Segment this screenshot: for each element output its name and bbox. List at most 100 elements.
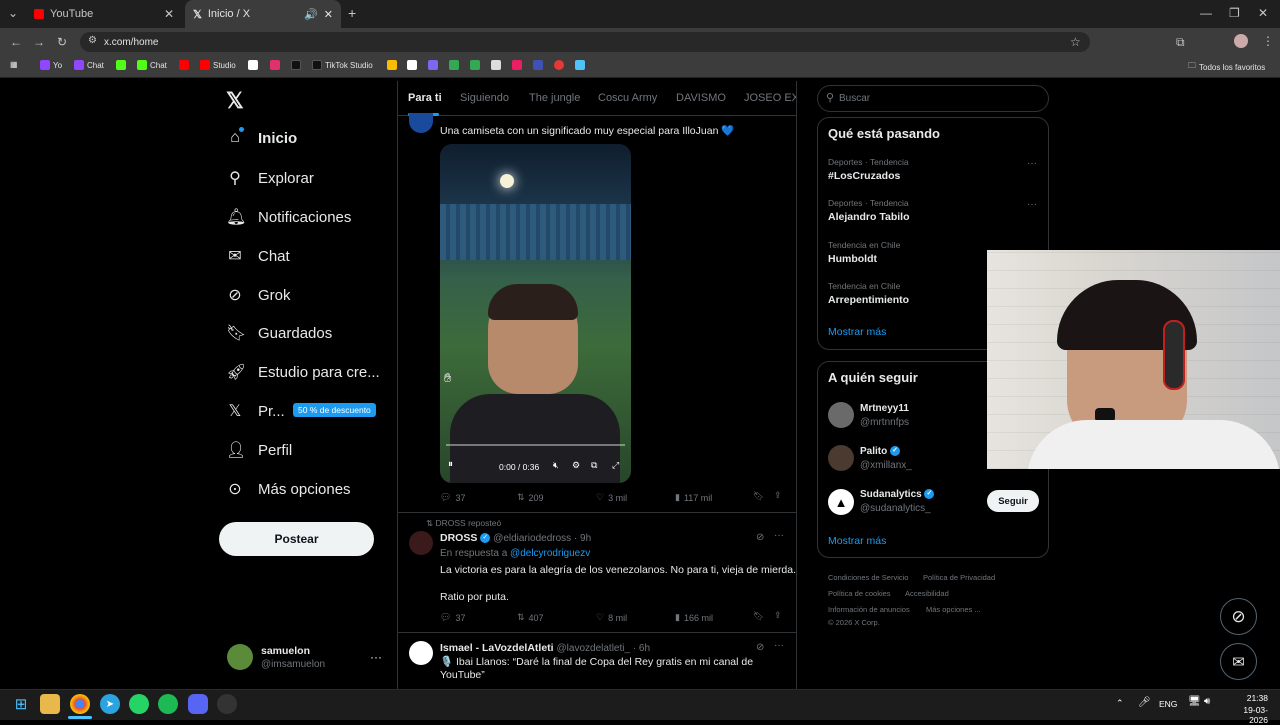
language-indicator[interactable]: ENG — [1159, 699, 1177, 709]
views-button[interactable]: ▮ 117 mil — [675, 492, 712, 503]
repost-button[interactable]: ⇅ 209 — [517, 492, 544, 503]
bookmark-misc-6[interactable] — [512, 60, 522, 70]
footer-more[interactable]: Más opciones ... — [926, 605, 981, 614]
footer-terms[interactable]: Condiciones de Servicio — [828, 573, 908, 582]
follow-avatar[interactable]: ▲ — [828, 489, 854, 515]
follow-button[interactable]: Seguir — [987, 490, 1039, 512]
nav-chat[interactable]: ✉ Chat — [226, 246, 289, 266]
post-avatar[interactable] — [409, 113, 433, 133]
all-bookmarks[interactable]: 🗀 Todos los favoritos — [1188, 60, 1265, 74]
bookmark-instagram[interactable] — [270, 60, 280, 70]
post-avatar[interactable] — [409, 641, 433, 665]
site-info-icon[interactable]: ⚙ — [88, 35, 97, 46]
bookmark-misc-2[interactable] — [428, 60, 438, 70]
post-button[interactable]: Postear — [219, 522, 374, 556]
chrome-icon[interactable] — [70, 694, 90, 714]
nav-estudio[interactable]: 🚀︎ Estudio para cre... — [226, 362, 380, 382]
footer-ads-info[interactable]: Información de anuncios — [828, 605, 910, 614]
trends-show-more[interactable]: Mostrar más — [828, 326, 886, 338]
mute-icon[interactable]: 🔇︎ — [553, 460, 559, 471]
bookmark-yo[interactable]: Yo — [40, 60, 62, 70]
bookmark-button[interactable]: 🔖︎ — [753, 491, 764, 502]
whatsapp-icon[interactable] — [129, 694, 149, 714]
repost-indicator[interactable]: ⇅ DROSS reposteó — [426, 518, 501, 529]
bookmark-misc-3[interactable] — [449, 60, 459, 70]
bookmark-button[interactable]: 🔖︎ — [753, 611, 764, 622]
bookmark-studio[interactable]: Studio — [200, 60, 236, 70]
trend-item[interactable]: Tendencia en Chile Humboldt — [828, 240, 900, 265]
nav-premium[interactable]: 𝕏 Pr... — [226, 401, 285, 421]
tab-search-icon[interactable]: ⌄ — [8, 6, 18, 20]
spotify-icon[interactable] — [158, 694, 178, 714]
bookmark-misc-1[interactable] — [407, 60, 417, 70]
bookmark-chat-2[interactable]: Chat — [137, 60, 167, 70]
reload-icon[interactable]: ↻ — [57, 35, 67, 49]
omnibox[interactable]: x.com/home — [80, 32, 1090, 52]
restore-icon[interactable]: ❐ — [1229, 6, 1240, 20]
tab-x-home[interactable]: 𝕏 Inicio / X 🔊 ✕ — [185, 0, 341, 28]
trend-more-icon[interactable]: ··· — [1027, 199, 1037, 210]
clock[interactable]: 21:38 19-03-2026 — [1226, 693, 1268, 725]
discord-icon[interactable] — [188, 694, 208, 714]
pause-icon[interactable]: ⏸ — [448, 459, 453, 470]
settings-icon[interactable]: ⚙ — [572, 460, 580, 471]
pip-icon[interactable]: ⧉ — [591, 460, 597, 471]
bookmark-x[interactable] — [248, 60, 258, 70]
back-icon[interactable]: ← — [10, 35, 22, 49]
close-window-icon[interactable]: ✕ — [1258, 6, 1268, 20]
nav-guardados[interactable]: 🔖︎ Guardados — [226, 323, 332, 343]
more-dots-icon[interactable]: ··· — [370, 650, 382, 664]
bookmark-drive[interactable] — [387, 60, 397, 70]
close-tab-icon[interactable]: ✕ — [324, 8, 333, 21]
bookmark-tiktok-studio[interactable]: TikTok Studio — [312, 60, 373, 70]
minimize-icon[interactable]: — — [1200, 6, 1212, 20]
share-button[interactable]: ⇪ — [774, 610, 782, 621]
tab-the-jungle[interactable]: The jungle — [529, 92, 580, 104]
bookmark-misc-7[interactable] — [533, 60, 543, 70]
nav-inicio[interactable]: ⌂ Inicio — [226, 129, 297, 147]
bookmark-kick[interactable] — [116, 60, 126, 70]
trend-item[interactable]: Tendencia en Chile Arrepentimiento — [828, 281, 909, 306]
forward-icon[interactable]: → — [33, 35, 45, 49]
file-explorer-icon[interactable] — [40, 694, 60, 714]
bookmark-tiktok[interactable] — [291, 60, 301, 70]
follow-show-more[interactable]: Mostrar más — [828, 535, 886, 547]
post-author[interactable]: DROSS ✓ @eldiariodedross · 9h — [440, 532, 591, 544]
new-tab-button[interactable]: + — [348, 5, 356, 21]
bookmark-chat[interactable]: Chat — [74, 60, 104, 70]
tab-youtube[interactable]: YouTube ✕ — [26, 0, 182, 28]
post-author[interactable]: Ismael - LaVozdelAtleti @lavozdelatleti_… — [440, 642, 650, 654]
like-button[interactable]: ♡ 3 mil — [596, 492, 627, 503]
grok-icon[interactable]: ⊘ — [756, 642, 764, 653]
close-tab-icon[interactable]: ✕ — [164, 7, 174, 21]
profile-avatar[interactable] — [1234, 34, 1248, 48]
follow-name[interactable]: Sudanalytics ✓ — [860, 489, 935, 500]
trend-more-icon[interactable]: ··· — [1027, 158, 1037, 169]
bookmark-youtube[interactable] — [179, 60, 189, 70]
reply-button[interactable]: 💬︎ 37 — [440, 492, 465, 503]
trend-item[interactable]: Deportes · Tendencia Alejandro Tabilo — [828, 198, 909, 223]
footer-cookies[interactable]: Política de cookies — [828, 589, 891, 598]
follow-avatar[interactable] — [828, 402, 854, 428]
apps-icon[interactable]: ▦ — [10, 60, 18, 69]
x-logo-icon[interactable]: 𝕏 — [226, 88, 244, 114]
bookmark-misc-4[interactable] — [470, 60, 480, 70]
telegram-icon[interactable]: ➤ — [100, 694, 120, 714]
menu-icon[interactable]: ⋮ — [1262, 34, 1274, 48]
footer-privacy[interactable]: Política de Privacidad — [923, 573, 995, 582]
more-options-icon[interactable]: ··· — [774, 640, 784, 651]
bookmark-misc-8[interactable] — [554, 60, 564, 70]
nav-perfil[interactable]: 👤︎ Perfil — [226, 440, 292, 460]
tab-siguiendo[interactable]: Siguiendo — [460, 92, 509, 104]
tab-davismo[interactable]: DAVISMO — [676, 92, 726, 104]
obs-icon[interactable] — [217, 694, 237, 714]
tab-para-ti[interactable]: Para ti — [408, 92, 442, 104]
follow-avatar[interactable] — [828, 445, 854, 471]
mic-icon[interactable]: 🎤︎ — [1138, 697, 1151, 708]
more-options-icon[interactable]: ··· — [774, 530, 784, 541]
views-button[interactable]: ▮ 166 mil — [675, 612, 713, 623]
windows-start-icon[interactable]: ⊞ — [11, 694, 31, 714]
nav-grok[interactable]: ⊘ Grok — [226, 285, 290, 305]
extensions-icon[interactable]: ⧉ — [1176, 35, 1185, 50]
repost-button[interactable]: ⇅ 407 — [517, 612, 544, 623]
